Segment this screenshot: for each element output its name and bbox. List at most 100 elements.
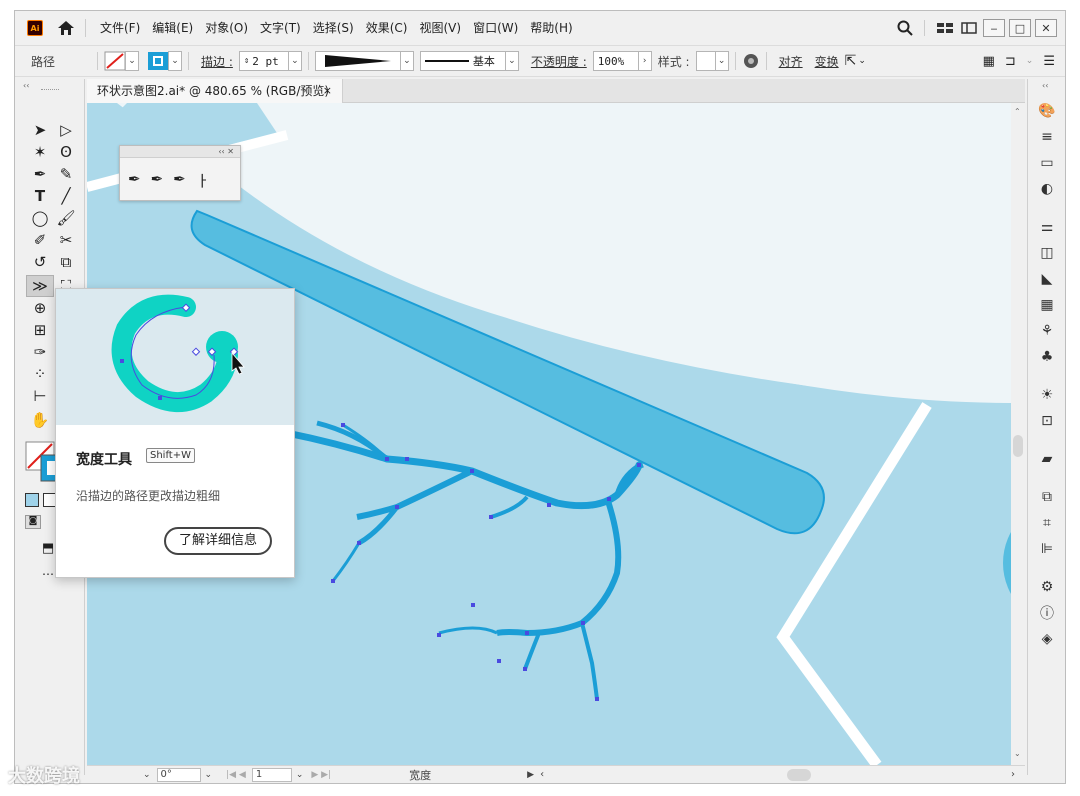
arrange-icon[interactable]: ▦ (983, 54, 995, 69)
add-anchor-point-icon[interactable]: ✒ (151, 170, 164, 191)
magic-wand-icon[interactable]: ✶ (29, 141, 51, 163)
menu-select[interactable]: 选择(S) (307, 11, 360, 45)
status-menu-icon[interactable]: ▶ (527, 770, 534, 780)
graphic-styles-icon[interactable]: ☀ (1037, 385, 1057, 405)
delete-anchor-point-icon[interactable]: ✒ (173, 170, 186, 191)
vertical-scrollbar[interactable]: ⌃ ⌄ (1011, 103, 1025, 765)
horizontal-scroll-thumb[interactable] (787, 769, 811, 781)
swatches-panel-icon[interactable]: ▦ (1037, 295, 1057, 315)
graphic-style-dropdown[interactable]: ⌄ (714, 51, 729, 71)
transform-panel-icon[interactable]: ⌗ (1037, 513, 1057, 533)
recolor-artwork-icon[interactable] (742, 52, 760, 70)
rotation-field[interactable]: 0° (156, 767, 201, 782)
eyedropper-icon[interactable]: ✑ (29, 341, 51, 363)
menu-object[interactable]: 对象(O) (199, 11, 254, 45)
color-mode-button[interactable] (25, 493, 39, 507)
fill-swatch-none[interactable] (104, 51, 126, 71)
stroke-weight-dropdown[interactable]: ⌄ (287, 51, 302, 71)
appearance-panel-icon[interactable]: ◣ (1037, 269, 1057, 289)
menu-file[interactable]: 文件(F) (94, 11, 146, 45)
menu-edit[interactable]: 编辑(E) (146, 11, 199, 45)
type-tool-icon[interactable]: T (29, 185, 51, 207)
opacity-field[interactable]: 100% (592, 51, 639, 71)
width-profile-select[interactable] (314, 51, 401, 71)
symbol-sprayer-icon[interactable]: ⁘ (29, 363, 51, 385)
stepper-icon[interactable]: ⇕ (244, 56, 249, 66)
rotate-tool-icon[interactable]: ↺ (29, 251, 51, 273)
stroke-swatch[interactable] (147, 51, 169, 71)
draw-mode-icon[interactable]: ◙ (25, 515, 41, 529)
close-tab-icon[interactable]: × (323, 79, 332, 103)
scroll-right-icon[interactable]: › (1011, 769, 1015, 780)
search-icon[interactable] (896, 19, 914, 37)
artboard-number-field[interactable]: 1 (251, 767, 292, 782)
hand-tool-icon[interactable]: ✋ (29, 409, 51, 431)
width-profile-dropdown[interactable]: ⌄ (399, 51, 414, 71)
opacity-arrow[interactable]: › (637, 51, 652, 71)
chevron-down-icon[interactable]: ⌄ (858, 56, 866, 66)
next-artboard-icon[interactable]: ▶ ▶| (311, 770, 331, 780)
scroll-left-icon[interactable]: ‹ (540, 769, 544, 780)
artboard-dropdown-icon[interactable]: ⌄ (296, 770, 304, 780)
stroke-label[interactable]: 描边 : (195, 53, 239, 70)
first-artboard-icon[interactable]: |◀ ◀ (226, 770, 246, 780)
graphic-style-swatch[interactable] (695, 51, 716, 71)
line-tool-icon[interactable]: ╱ (55, 185, 77, 207)
direct-selection-tool-icon[interactable]: ▷ (55, 119, 77, 141)
scale-tool-icon[interactable]: ⧉ (55, 251, 77, 273)
scroll-up-icon[interactable]: ⌃ (1014, 107, 1021, 116)
workspace-icon[interactable] (935, 20, 955, 36)
pen-tool-icon[interactable]: ✒ (128, 170, 141, 191)
symbols-panel-icon[interactable]: ♣ (1037, 347, 1057, 367)
menu-effect[interactable]: 效果(C) (360, 11, 414, 45)
learn-more-button[interactable]: 了解详细信息 (164, 527, 272, 555)
curvature-tool-icon[interactable]: ✎ (55, 163, 77, 185)
document-info-icon[interactable]: ⚙ (1037, 577, 1057, 597)
scrollbar-thumb[interactable] (1013, 435, 1023, 457)
document-tab[interactable]: 环状示意图2.ai* @ 480.65 % (RGB/预览) × (87, 79, 343, 103)
selection-tool-icon[interactable]: ➤ (29, 119, 51, 141)
opacity-label[interactable]: 不透明度 : (525, 53, 593, 70)
libraries-panel-icon[interactable]: ◫ (1037, 243, 1057, 263)
layers-panel-icon[interactable]: ◈ (1037, 629, 1057, 649)
ellipse-tool-icon[interactable]: ◯ (29, 207, 51, 229)
panel-menu-icon[interactable]: ☰ (1043, 54, 1055, 69)
arrange-documents-icon[interactable] (959, 20, 979, 36)
pathfinder-panel-icon[interactable]: ⧉ (1037, 487, 1057, 507)
home-icon[interactable] (57, 19, 75, 37)
align-link[interactable]: 对齐 (773, 53, 809, 70)
chevron-down-icon[interactable]: ⌄ (1026, 56, 1034, 66)
paintbrush-icon[interactable]: 🖌 (55, 207, 77, 229)
shape-builder-icon[interactable]: ⊕ (29, 297, 51, 319)
lasso-icon[interactable]: ʘ (55, 141, 77, 163)
menu-window[interactable]: 窗口(W) (467, 11, 524, 45)
gradient-panel-icon[interactable]: ▭ (1037, 153, 1057, 173)
brush-definition-select[interactable]: 基本 (419, 51, 506, 71)
collapse-icon[interactable]: ‹‹ (23, 81, 29, 90)
select-similar-icon[interactable]: ⊐ (1005, 54, 1016, 69)
maximize-button[interactable]: □ (1009, 19, 1031, 37)
color-guide-icon[interactable]: 🎨 (1037, 101, 1057, 121)
shaper-tool-icon[interactable]: ✐ (29, 229, 51, 251)
properties-panel-icon[interactable]: ⚌ (1037, 217, 1057, 237)
pen-tool-icon[interactable]: ✒ (29, 163, 51, 185)
comments-panel-icon[interactable]: ▰ (1037, 449, 1057, 469)
stroke-panel-icon[interactable]: ≡ (1037, 127, 1057, 147)
brushes-panel-icon[interactable]: ⚘ (1037, 321, 1057, 341)
minimize-button[interactable]: ‒ (983, 19, 1005, 37)
menu-type[interactable]: 文字(T) (254, 11, 307, 45)
brush-dropdown[interactable]: ⌄ (504, 51, 519, 71)
menu-view[interactable]: 视图(V) (413, 11, 467, 45)
align-panel-icon[interactable]: ⊫ (1037, 539, 1057, 559)
expand-panels-icon[interactable]: ‹‹ (1042, 81, 1048, 90)
isolate-icon[interactable]: ⇱ (845, 53, 857, 69)
width-tool-icon[interactable]: ≫ (26, 275, 54, 297)
perspective-grid-icon[interactable]: ⊞ (29, 319, 51, 341)
artboard-tool-icon[interactable]: ⊢ (29, 385, 51, 407)
asset-export-icon[interactable]: ⊡ (1037, 411, 1057, 431)
zoom-dropdown-icon[interactable]: ⌄ (143, 770, 151, 780)
scroll-down-icon[interactable]: ⌄ (1014, 749, 1021, 758)
fill-dropdown[interactable]: ⌄ (125, 51, 140, 71)
stroke-dropdown[interactable]: ⌄ (168, 51, 183, 71)
anchor-point-tool-icon[interactable]: ㅏ (196, 170, 210, 191)
